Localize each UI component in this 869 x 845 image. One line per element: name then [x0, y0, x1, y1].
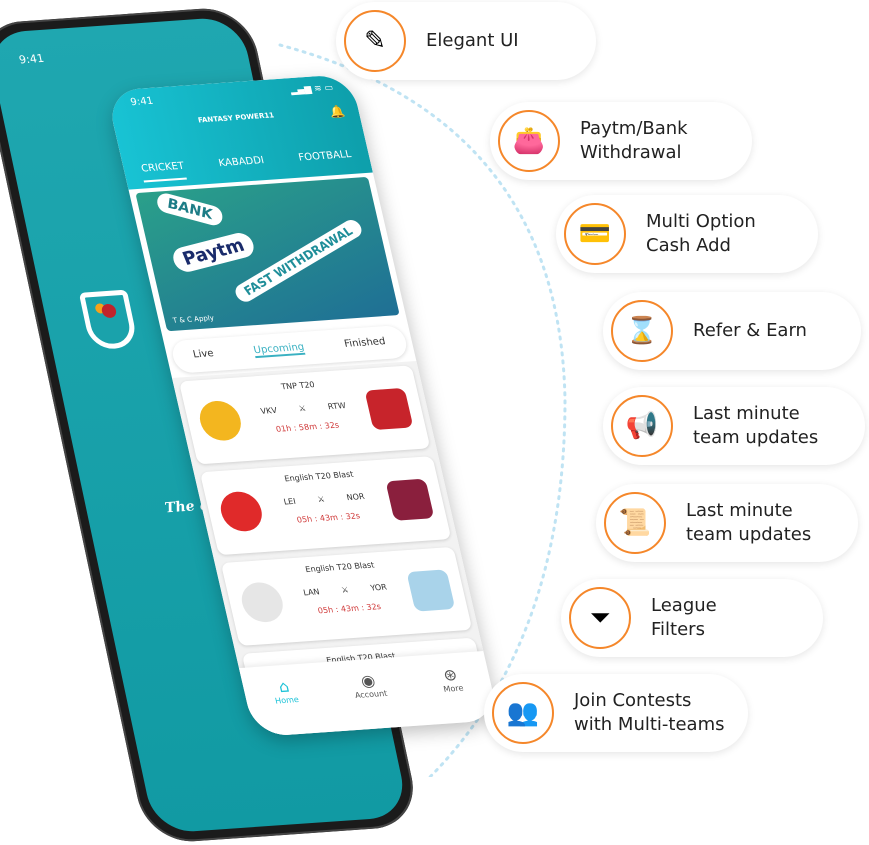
- versus-icon: ⚔: [297, 403, 307, 414]
- feature-pill: 📜 Last minute team updates: [596, 484, 858, 562]
- team-icon: 👥: [492, 682, 554, 744]
- away-team: NOR: [345, 491, 366, 503]
- away-team-logo: [364, 387, 414, 431]
- app-header: 9:41 ▂▄▆ ≋ ▭ FANTASY POWER11 🔔 CRICKET K…: [105, 73, 373, 190]
- more-icon: ⊛: [441, 665, 460, 685]
- home-team: VKV: [259, 405, 278, 416]
- feature-label: Last minute team updates: [686, 500, 812, 545]
- scroll-clock-icon: 📜: [604, 492, 666, 554]
- megaphone-icon: 📢: [611, 395, 673, 457]
- tab-finished[interactable]: Finished: [343, 336, 387, 352]
- match-card[interactable]: English T20 Blast LEI ⚔ NOR 05h : 43m : 32…: [199, 456, 452, 556]
- feature-label: Last minute team updates: [693, 403, 819, 448]
- tab-cricket[interactable]: CRICKET: [140, 160, 188, 183]
- home-icon: ⌂: [276, 676, 291, 697]
- away-team-logo: [385, 478, 435, 521]
- feature-pill: 👥 Join Contests with Multi-teams: [484, 674, 748, 752]
- away-team: YOR: [369, 582, 388, 593]
- tab-upcoming[interactable]: Upcoming: [252, 341, 306, 359]
- pencil-ruler-icon: ✎: [344, 10, 406, 72]
- tab-football[interactable]: FOOTBALL: [297, 149, 354, 171]
- status-time: 9:41: [129, 95, 155, 109]
- nav-label: More: [442, 683, 465, 694]
- feature-pill: 💳 Multi Option Cash Add: [556, 195, 818, 273]
- home-team: LEI: [282, 496, 297, 507]
- status-icons: ▂▄▆ ≋ ▭: [289, 83, 335, 96]
- nav-account[interactable]: ◉ Account: [350, 670, 395, 729]
- feature-pill: ⏷ League Filters: [561, 579, 823, 657]
- nav-label: Account: [353, 688, 389, 700]
- versus-icon: ⚔: [340, 585, 350, 595]
- feature-label: Join Contests with Multi-teams: [574, 690, 725, 735]
- wallet-icon: 👛: [498, 110, 560, 172]
- banner-text: FAST WITHDRAWAL: [231, 216, 365, 305]
- nav-home[interactable]: ⌂ Home: [270, 676, 307, 735]
- banner-text: Paytm: [169, 230, 258, 275]
- feature-label: Paytm/Bank Withdrawal: [580, 118, 688, 163]
- filter-icon: ⏷: [569, 587, 631, 649]
- away-team-logo: [406, 569, 456, 612]
- feature-pill: ⌛ Refer & Earn: [603, 292, 861, 370]
- feature-label: Elegant UI: [426, 30, 519, 51]
- feature-pill: ✎ Elegant UI: [336, 2, 596, 80]
- app-logo-icon: [78, 289, 139, 351]
- account-icon: ◉: [358, 670, 378, 691]
- nav-label: Home: [274, 695, 300, 706]
- nav-more[interactable]: ⊛ More: [438, 665, 471, 724]
- tab-kabaddi[interactable]: KABADDI: [218, 155, 267, 177]
- tab-live[interactable]: Live: [192, 348, 215, 362]
- banner-note: T & C Apply: [172, 314, 215, 325]
- away-team: RTW: [326, 401, 347, 412]
- home-team: LAN: [302, 587, 321, 598]
- refer-icon: ⌛: [611, 300, 673, 362]
- match-card[interactable]: TNP T20 VKV ⚔ RTW 01h : 58m : 32s: [178, 365, 431, 465]
- promo-banner[interactable]: BANK Paytm FAST WITHDRAWAL T & C Apply: [135, 176, 400, 332]
- feature-pill: 📢 Last minute team updates: [603, 387, 865, 465]
- status-time: 9:41: [17, 51, 46, 67]
- feature-label: Refer & Earn: [693, 320, 807, 341]
- brand-logo: FANTASY POWER11: [197, 111, 276, 125]
- match-card[interactable]: English T20 Blast LAN ⚔ YOR 05h : 43m : 32…: [220, 546, 473, 646]
- card-transfer-icon: 💳: [564, 203, 626, 265]
- versus-icon: ⚔: [316, 494, 326, 505]
- banner-text: BANK: [156, 191, 224, 228]
- feature-label: League Filters: [651, 595, 717, 640]
- feature-label: Multi Option Cash Add: [646, 211, 756, 256]
- bell-icon[interactable]: 🔔: [328, 104, 346, 119]
- feature-pill: 👛 Paytm/Bank Withdrawal: [490, 102, 752, 180]
